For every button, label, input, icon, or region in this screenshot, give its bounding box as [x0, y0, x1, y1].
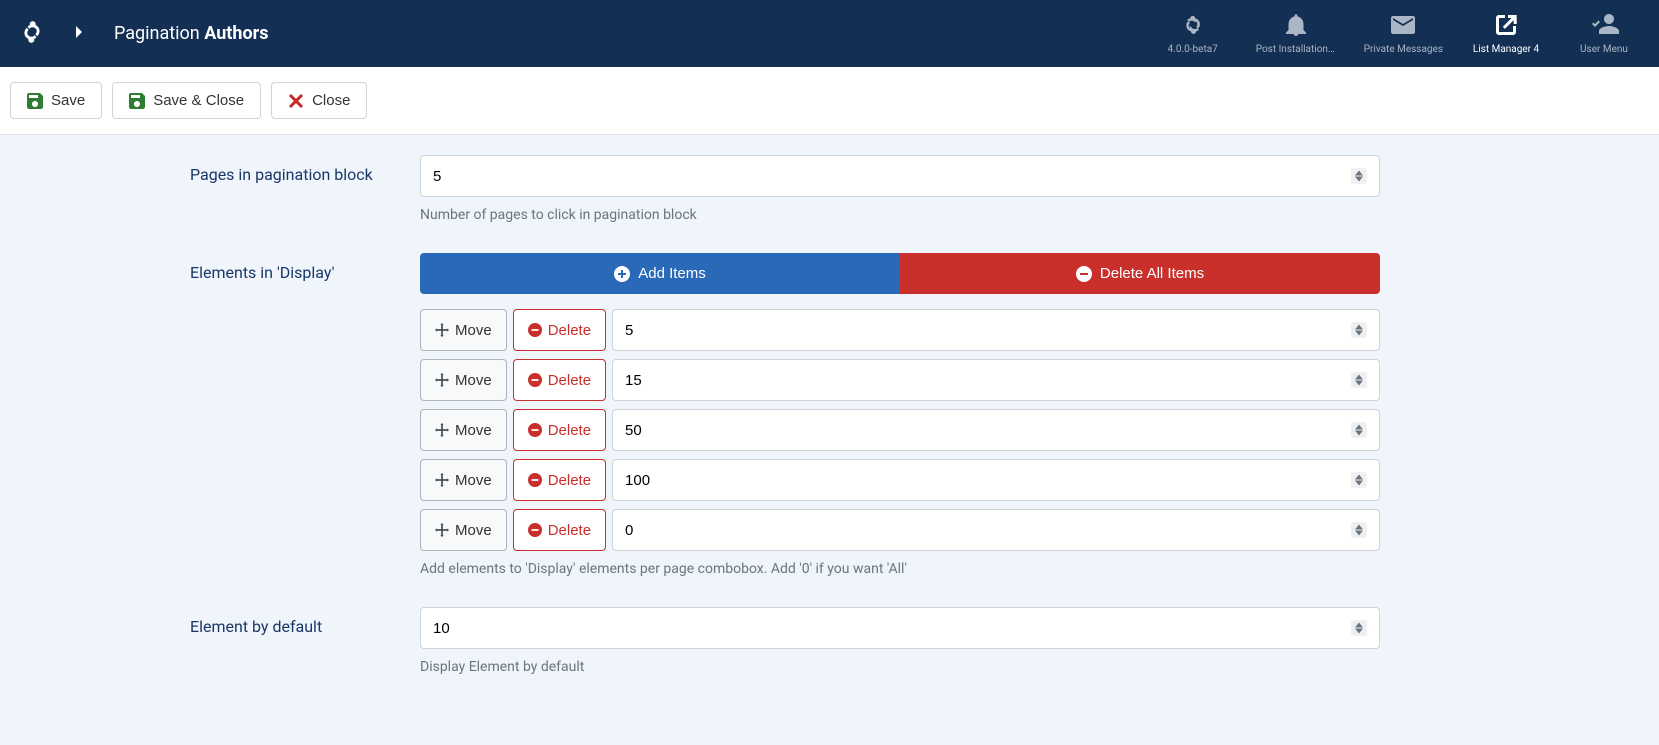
display-item-row: Move Delete: [420, 309, 1380, 351]
page-title: Pagination Authors: [114, 23, 268, 44]
item-value-input[interactable]: [625, 322, 1351, 339]
topbar-messages-label: Private Messages: [1364, 44, 1443, 55]
item-input-wrapper: [612, 309, 1380, 351]
item-input-wrapper: [612, 359, 1380, 401]
close-icon: [288, 93, 304, 109]
item-spinner[interactable]: [1351, 422, 1367, 438]
delete-icon: [528, 373, 542, 387]
topbar-post-install[interactable]: Post Installation ...: [1256, 12, 1336, 55]
save-icon: [27, 93, 43, 109]
topbar-version[interactable]: 4.0.0-beta7: [1158, 12, 1228, 55]
topbar-list-manager-label: List Manager 4: [1473, 44, 1539, 55]
move-label: Move: [455, 422, 492, 439]
minus-circle-icon: [1076, 266, 1092, 282]
item-spinner[interactable]: [1351, 372, 1367, 388]
pages-input-wrapper: [420, 155, 1380, 197]
move-icon: [435, 373, 449, 387]
default-label: Element by default: [40, 607, 420, 636]
user-check-icon: [1589, 12, 1619, 38]
topbar-user-menu[interactable]: User Menu: [1569, 12, 1639, 55]
move-label: Move: [455, 372, 492, 389]
move-icon: [435, 473, 449, 487]
joomla-small-icon: [1182, 12, 1204, 38]
bell-icon: [1286, 12, 1306, 38]
topbar-list-manager[interactable]: List Manager 4: [1471, 12, 1541, 55]
default-spinner[interactable]: [1351, 620, 1367, 636]
delete-button[interactable]: Delete: [513, 509, 606, 551]
pages-help: Number of pages to click in pagination b…: [420, 207, 1380, 223]
external-link-icon: [1495, 12, 1517, 38]
delete-label: Delete: [548, 472, 591, 489]
pages-label: Pages in pagination block: [40, 155, 420, 184]
delete-button[interactable]: Delete: [513, 409, 606, 451]
move-button[interactable]: Move: [420, 509, 507, 551]
move-icon: [435, 523, 449, 537]
item-value-input[interactable]: [625, 472, 1351, 489]
topbar-private-messages[interactable]: Private Messages: [1364, 12, 1443, 55]
move-label: Move: [455, 322, 492, 339]
envelope-icon: [1391, 12, 1415, 38]
close-label: Close: [312, 92, 350, 109]
move-button[interactable]: Move: [420, 309, 507, 351]
item-spinner[interactable]: [1351, 472, 1367, 488]
delete-all-button[interactable]: Delete All Items: [900, 253, 1380, 294]
default-help: Display Element by default: [420, 659, 1380, 675]
item-input-wrapper: [612, 509, 1380, 551]
pages-spinner[interactable]: [1351, 168, 1367, 184]
save-close-icon: [129, 93, 145, 109]
delete-label: Delete: [548, 522, 591, 539]
delete-button[interactable]: Delete: [513, 359, 606, 401]
add-items-button[interactable]: Add Items: [420, 253, 900, 294]
topbar-version-label: 4.0.0-beta7: [1168, 44, 1218, 55]
move-button[interactable]: Move: [420, 409, 507, 451]
delete-all-label: Delete All Items: [1100, 265, 1204, 282]
elements-label: Elements in 'Display': [40, 253, 420, 282]
pages-input[interactable]: [433, 168, 1351, 185]
topbar-user-menu-label: User Menu: [1580, 44, 1628, 55]
display-item-row: Move Delete: [420, 509, 1380, 551]
delete-label: Delete: [548, 422, 591, 439]
item-input-wrapper: [612, 409, 1380, 451]
top-header: Pagination Authors 4.0.0-beta7 Post Inst…: [0, 0, 1659, 67]
move-icon: [435, 423, 449, 437]
delete-button[interactable]: Delete: [513, 309, 606, 351]
joomla-logo-icon[interactable]: [20, 20, 44, 48]
item-value-input[interactable]: [625, 422, 1351, 439]
save-label: Save: [51, 92, 85, 109]
move-label: Move: [455, 522, 492, 539]
breadcrumb-chevron-icon: [64, 24, 94, 44]
add-items-label: Add Items: [638, 265, 706, 282]
display-item-row: Move Delete: [420, 359, 1380, 401]
elements-help: Add elements to 'Display' elements per p…: [420, 561, 1380, 577]
move-button[interactable]: Move: [420, 459, 507, 501]
delete-icon: [528, 523, 542, 537]
item-spinner[interactable]: [1351, 522, 1367, 538]
display-item-row: Move Delete: [420, 409, 1380, 451]
plus-circle-icon: [614, 266, 630, 282]
delete-label: Delete: [548, 322, 591, 339]
delete-icon: [528, 323, 542, 337]
item-spinner[interactable]: [1351, 322, 1367, 338]
save-close-label: Save & Close: [153, 92, 244, 109]
default-input[interactable]: [433, 620, 1351, 637]
item-value-input[interactable]: [625, 522, 1351, 539]
save-close-button[interactable]: Save & Close: [112, 82, 261, 119]
delete-label: Delete: [548, 372, 591, 389]
move-label: Move: [455, 472, 492, 489]
display-item-row: Move Delete: [420, 459, 1380, 501]
item-input-wrapper: [612, 459, 1380, 501]
delete-icon: [528, 423, 542, 437]
close-button[interactable]: Close: [271, 82, 367, 119]
delete-button[interactable]: Delete: [513, 459, 606, 501]
save-button[interactable]: Save: [10, 82, 102, 119]
default-input-wrapper: [420, 607, 1380, 649]
item-value-input[interactable]: [625, 372, 1351, 389]
topbar-post-install-label: Post Installation ...: [1256, 44, 1336, 55]
toolbar: Save Save & Close Close: [0, 67, 1659, 135]
move-button[interactable]: Move: [420, 359, 507, 401]
move-icon: [435, 323, 449, 337]
delete-icon: [528, 473, 542, 487]
